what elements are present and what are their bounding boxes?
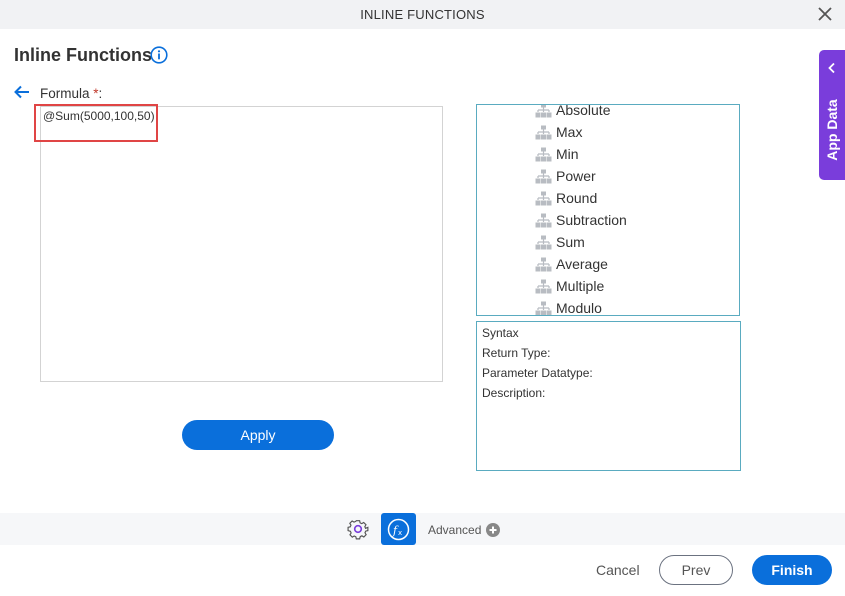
- prev-button[interactable]: Prev: [659, 555, 733, 585]
- function-item-label: Min: [556, 146, 579, 162]
- formula-input[interactable]: [40, 106, 443, 382]
- finish-button[interactable]: Finish: [752, 555, 832, 585]
- function-item[interactable]: Max: [535, 121, 582, 143]
- function-item[interactable]: Multiple: [535, 275, 604, 297]
- function-item[interactable]: Power: [535, 165, 596, 187]
- chevron-left-icon: [828, 62, 835, 74]
- function-item[interactable]: Sum: [535, 231, 585, 253]
- formula-highlight: [34, 104, 158, 142]
- app-data-label: App Data: [824, 99, 840, 161]
- hierarchy-icon: [535, 125, 552, 139]
- function-item[interactable]: Round: [535, 187, 597, 209]
- function-item-label: Modulo: [556, 300, 602, 316]
- hierarchy-icon: [535, 235, 552, 249]
- hierarchy-icon: [535, 105, 552, 117]
- advanced-toggle[interactable]: Advanced: [428, 523, 481, 537]
- formula-label-suffix: :: [98, 86, 103, 101]
- function-item-label: Absolute: [556, 104, 611, 118]
- formula-label: Formula *:: [40, 86, 102, 101]
- function-icon: f x: [387, 518, 410, 541]
- function-item[interactable]: Subtraction: [535, 209, 627, 231]
- page-title: Inline Functions: [14, 45, 152, 65]
- hierarchy-icon: [535, 301, 552, 315]
- hierarchy-icon: [535, 213, 552, 227]
- window-title: INLINE FUNCTIONS: [360, 7, 485, 22]
- bottom-toolbar: [0, 513, 845, 545]
- hierarchy-icon: [535, 279, 552, 293]
- function-item-label: Sum: [556, 234, 585, 250]
- parameter-datatype-label: Parameter Datatype:: [482, 366, 593, 380]
- plus-circle-icon[interactable]: [486, 523, 500, 537]
- formula-label-text: Formula: [40, 86, 90, 101]
- title-bar: INLINE FUNCTIONS: [0, 0, 845, 29]
- gear-icon[interactable]: [347, 518, 369, 540]
- back-arrow-icon[interactable]: [14, 85, 30, 99]
- hierarchy-icon: [535, 257, 552, 271]
- function-item-label: Power: [556, 168, 596, 184]
- hierarchy-icon: [535, 147, 552, 161]
- description-label: Description:: [482, 386, 546, 400]
- function-item[interactable]: Modulo: [535, 297, 602, 316]
- function-button[interactable]: f x: [381, 513, 416, 545]
- cancel-button[interactable]: Cancel: [596, 562, 640, 578]
- app-data-tab[interactable]: App Data: [819, 50, 845, 180]
- function-item[interactable]: Average: [535, 253, 608, 275]
- close-icon[interactable]: [817, 5, 833, 23]
- syntax-label: Syntax: [482, 326, 519, 340]
- function-item-label: Max: [556, 124, 583, 140]
- function-info-panel: Syntax Return Type: Parameter Datatype: …: [476, 321, 741, 471]
- function-item-label: Subtraction: [556, 212, 627, 228]
- info-icon[interactable]: [150, 46, 168, 64]
- function-tree[interactable]: Absolute Max Min Power Round Subtraction Sum Av…: [476, 104, 740, 316]
- function-item[interactable]: Min: [535, 143, 579, 165]
- function-item-label: Multiple: [556, 278, 605, 294]
- function-item-label: Average: [556, 256, 608, 272]
- hierarchy-icon: [535, 191, 552, 205]
- function-item[interactable]: Absolute: [535, 104, 611, 121]
- svg-text:x: x: [398, 529, 402, 537]
- hierarchy-icon: [535, 169, 552, 183]
- return-type-label: Return Type:: [482, 346, 551, 360]
- function-item-label: Round: [556, 190, 598, 206]
- apply-button[interactable]: Apply: [182, 420, 334, 450]
